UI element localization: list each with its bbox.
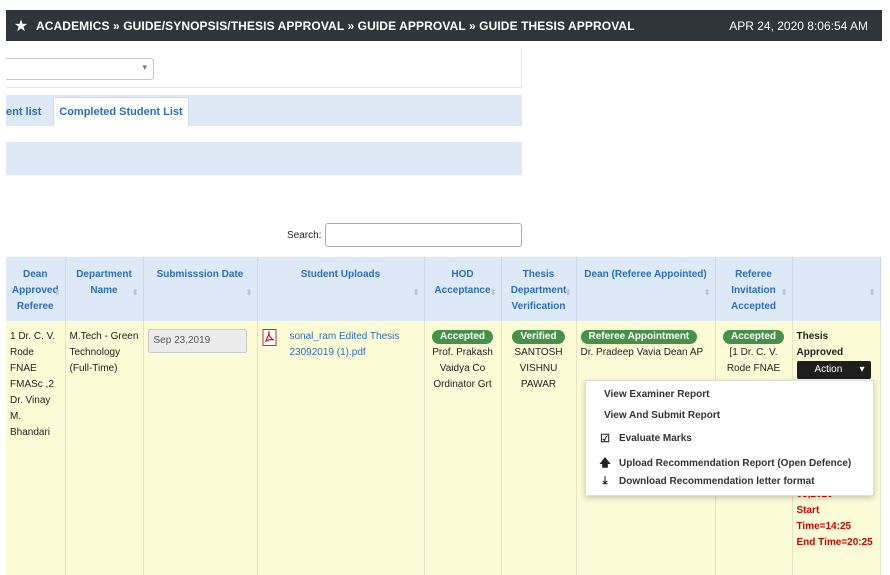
col-header[interactable]: Thesis Department Verification ⬍ — [501, 257, 577, 321]
verifier-name: SANTOSH VISHNU PAWAR — [514, 347, 563, 390]
tab-bar: ent list Completed Student List — [6, 95, 522, 126]
col-header[interactable]: Department Name ⬍ — [65, 257, 144, 321]
verification-cell: Verified SANTOSH VISHNU PAWAR — [501, 321, 577, 575]
tab-completed-student-list[interactable]: Completed Student List — [53, 97, 189, 126]
menu-item-view-submit-report[interactable]: View And Submit Report — [604, 410, 720, 421]
current-datetime: APR 24, 2020 8:06:54 AM — [729, 18, 868, 33]
top-header-bar: ★ ACADEMICS » GUIDE/SYNOPSIS/THESIS APPR… — [6, 10, 882, 41]
sort-icon: ⬍ — [780, 288, 788, 297]
pdf-file-icon — [262, 329, 276, 346]
sort-icon: ⬍ — [703, 288, 711, 297]
uploads-cell: sonal_ram Edited Thesis 23092019 (1).pdf — [257, 321, 425, 575]
sort-icon: ⬍ — [489, 288, 497, 297]
menu-item-view-examiner-report[interactable]: View Examiner Report — [604, 389, 709, 400]
pdf-download-link[interactable]: sonal_ram Edited Thesis 23092019 (1).pdf — [262, 329, 420, 361]
filter-card: ▾ — [6, 48, 522, 88]
col-header[interactable]: Submisssion Date ⬍ — [143, 257, 258, 321]
col-header[interactable]: Dean Approved Referee ⬍ — [6, 257, 66, 321]
star-icon[interactable]: ★ — [6, 16, 36, 36]
col-header[interactable]: Student Uploads ⬍ — [257, 257, 425, 321]
tab-student-list[interactable]: ent list — [6, 97, 49, 126]
col-header[interactable]: HOD Acceptance ⬍ — [424, 257, 502, 321]
status-badge: Verified — [512, 330, 565, 344]
col-header[interactable]: ⬍ — [792, 257, 881, 321]
action-label: Action — [814, 364, 843, 375]
status-badge: Accepted — [431, 330, 493, 344]
department-cell: M.Tech - Green Technology (Full-Time) — [65, 321, 144, 575]
thesis-status: Thesis Approved — [796, 331, 844, 358]
sort-icon: ⬍ — [412, 288, 420, 297]
dean-name: Dr. Pradeep Vavia Dean AP — [580, 347, 704, 358]
referee-cell: 1 Dr. C. V. Rode FNAE FMASc ,2 Dr. Vinay… — [6, 321, 66, 575]
download-icon: ⤓ — [602, 475, 608, 487]
checkbox-icon: ☑ — [600, 433, 610, 445]
hod-cell: Accepted Prof. Prakash Vaidya Co Ordinat… — [424, 321, 502, 575]
sort-icon: ⬍ — [245, 288, 253, 297]
submission-date-cell: Sep 23,2019 — [143, 321, 258, 575]
menu-item-download-letter[interactable]: ⤓ Download Recommendation letter format — [598, 475, 815, 488]
submission-date-field[interactable]: Sep 23,2019 — [147, 329, 247, 353]
chevron-down-icon: ▾ — [142, 62, 147, 72]
invitation-name: [1 Dr. C. V. Rode FNAE — [726, 347, 781, 374]
sort-icon: ⬍ — [53, 288, 61, 297]
search-box: Search: — [287, 223, 523, 247]
hod-name: Prof. Prakash Vaidya Co Ordinator Grt — [432, 347, 493, 390]
col-header[interactable]: Referee Invitation Accepted ⬍ — [715, 257, 793, 321]
menu-item-upload-recommendation[interactable]: 🡅 Upload Recommendation Report (Open Def… — [598, 454, 851, 473]
sort-icon: ⬍ — [131, 288, 139, 297]
caret-down-icon: ▾ — [859, 364, 865, 375]
menu-item-evaluate-marks[interactable]: ☑ Evaluate Marks — [598, 432, 692, 445]
start-time: Start Time=14:25 — [796, 505, 852, 532]
search-label: Search: — [287, 229, 322, 241]
sort-icon: ⬍ — [564, 288, 572, 297]
action-button[interactable]: Action ▾ — [796, 361, 871, 379]
table-header-row: Dean Approved Referee ⬍ Department Name ⬍ … — [6, 257, 881, 321]
status-badge: Accepted — [722, 330, 784, 344]
breadcrumb: ACADEMICS » GUIDE/SYNOPSIS/THESIS APPROV… — [36, 18, 635, 33]
upload-file-name: sonal_ram Edited Thesis 23092019 (1).pdf — [289, 331, 400, 358]
col-header[interactable]: Dean (Referee Appointed) ⬍ — [576, 257, 716, 321]
action-dropdown-menu: View Examiner Report View And Submit Rep… — [585, 380, 874, 496]
status-badge: Referee Appointment — [580, 330, 698, 344]
arrow-up-icon: 🡅 — [599, 457, 611, 469]
sort-icon: ⬍ — [868, 288, 876, 297]
section-header-bar — [6, 142, 522, 175]
search-input[interactable] — [325, 223, 523, 247]
program-select[interactable]: ▾ — [6, 58, 154, 80]
end-time: End Time=20:25 — [796, 537, 873, 548]
